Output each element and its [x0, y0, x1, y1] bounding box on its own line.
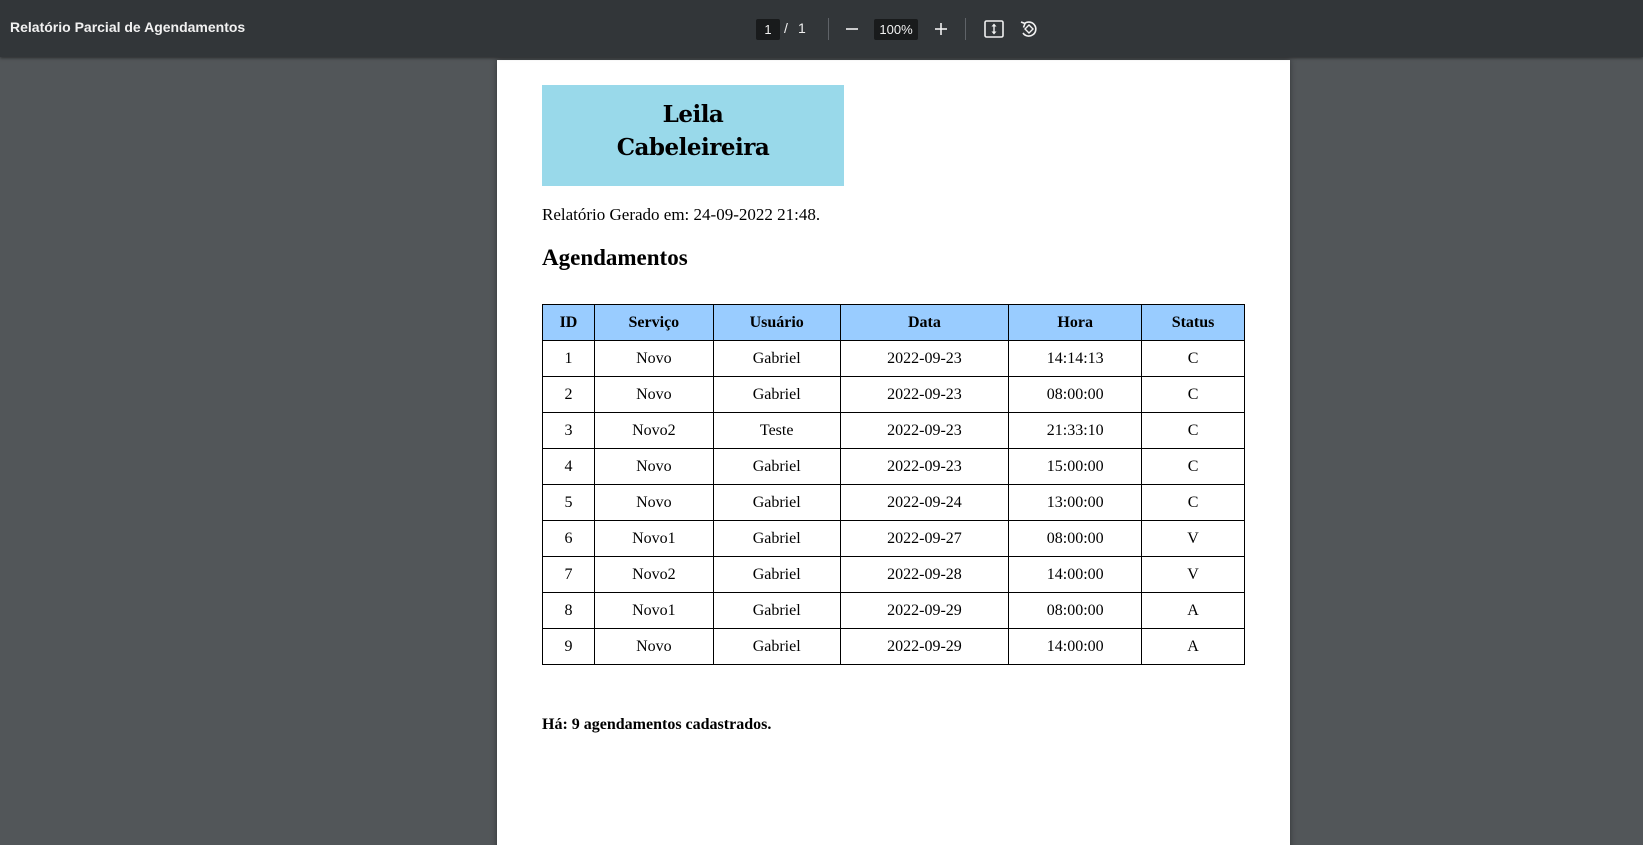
toolbar-divider [965, 18, 966, 40]
section-title: Agendamentos [542, 245, 688, 270]
table-row: 8 Novo1 Gabriel 2022-09-29 08:00:00 A [542, 592, 1245, 629]
cell-service: Novo2 [593, 412, 714, 449]
cell-service: Novo2 [593, 556, 714, 593]
cell-time: 21:33:10 [1008, 412, 1143, 449]
cell-time: 14:14:13 [1008, 340, 1143, 377]
cell-service: Novo [593, 340, 714, 377]
cell-user: Teste [712, 412, 841, 449]
fit-page-button[interactable] [979, 14, 1009, 44]
cell-status: A [1141, 592, 1245, 629]
cell-date: 2022-09-29 [839, 628, 1010, 665]
cell-service: Novo [593, 376, 714, 413]
header-user: Usuário [712, 304, 841, 341]
zoom-out-icon [846, 28, 858, 30]
logo-line-2: Cabeleireira [616, 134, 770, 161]
cell-date: 2022-09-23 [839, 340, 1010, 377]
cell-date: 2022-09-24 [839, 484, 1010, 521]
salon-logo: Leila Cabeleireira [542, 85, 844, 186]
cell-time: 13:00:00 [1008, 484, 1143, 521]
header-date: Data [839, 304, 1010, 341]
pdf-toolbar: Relatório Parcial de Agendamentos 1 / 1 … [0, 0, 1643, 57]
cell-service: Novo [593, 628, 714, 665]
cell-service: Novo1 [593, 520, 714, 557]
table-row: 1 Novo Gabriel 2022-09-23 14:14:13 C [542, 340, 1245, 377]
cell-user: Gabriel [712, 628, 841, 665]
table-row: 5 Novo Gabriel 2022-09-24 13:00:00 C [542, 484, 1245, 521]
cell-date: 2022-09-28 [839, 556, 1010, 593]
cell-status: V [1141, 520, 1245, 557]
zoom-level-input[interactable]: 100% [874, 19, 918, 40]
cell-id: 1 [542, 340, 595, 377]
cell-time: 14:00:00 [1008, 628, 1143, 665]
table-header-row: ID Serviço Usuário Data Hora Status [542, 304, 1245, 341]
cell-date: 2022-09-27 [839, 520, 1010, 557]
zoom-out-button[interactable] [837, 14, 867, 44]
cell-status: C [1141, 412, 1245, 449]
cell-user: Gabriel [712, 520, 841, 557]
cell-id: 5 [542, 484, 595, 521]
header-id: ID [542, 304, 595, 341]
cell-id: 3 [542, 412, 595, 449]
cell-date: 2022-09-23 [839, 412, 1010, 449]
pdf-page: Leila Cabeleireira Relatório Gerado em: … [497, 60, 1290, 845]
toolbar-divider [828, 18, 829, 40]
header-time: Hora [1008, 304, 1143, 341]
table-row: 2 Novo Gabriel 2022-09-23 08:00:00 C [542, 376, 1245, 413]
logo-line-1: Leila [662, 101, 724, 128]
header-status: Status [1141, 304, 1245, 341]
cell-service: Novo1 [593, 592, 714, 629]
cell-status: C [1141, 448, 1245, 485]
cell-date: 2022-09-23 [839, 448, 1010, 485]
cell-date: 2022-09-23 [839, 376, 1010, 413]
cell-user: Gabriel [712, 376, 841, 413]
appointments-table: ID Serviço Usuário Data Hora Status 1 Nov… [542, 304, 1245, 665]
cell-id: 7 [542, 556, 595, 593]
cell-status: A [1141, 628, 1245, 665]
cell-id: 6 [542, 520, 595, 557]
cell-id: 2 [542, 376, 595, 413]
cell-user: Gabriel [712, 592, 841, 629]
cell-status: C [1141, 340, 1245, 377]
document-title: Relatório Parcial de Agendamentos [10, 19, 246, 35]
cell-time: 08:00:00 [1008, 520, 1143, 557]
cell-time: 08:00:00 [1008, 592, 1143, 629]
cell-time: 08:00:00 [1008, 376, 1143, 413]
cell-date: 2022-09-29 [839, 592, 1010, 629]
table-row: 9 Novo Gabriel 2022-09-29 14:00:00 A [542, 628, 1245, 665]
zoom-in-icon [935, 23, 947, 35]
table-row: 6 Novo1 Gabriel 2022-09-27 08:00:00 V [542, 520, 1245, 557]
cell-user: Gabriel [712, 448, 841, 485]
cell-service: Novo [593, 448, 714, 485]
cell-id: 8 [542, 592, 595, 629]
page-number-input[interactable]: 1 [756, 19, 780, 40]
cell-status: C [1141, 376, 1245, 413]
cell-user: Gabriel [712, 484, 841, 521]
cell-status: V [1141, 556, 1245, 593]
cell-id: 4 [542, 448, 595, 485]
appointments-summary: Há: 9 agendamentos cadastrados. [542, 716, 772, 733]
page-total: 1 [798, 20, 806, 36]
table-row: 4 Novo Gabriel 2022-09-23 15:00:00 C [542, 448, 1245, 485]
page-separator: / [784, 20, 788, 36]
cell-time: 14:00:00 [1008, 556, 1143, 593]
fit-page-icon [984, 20, 1004, 38]
cell-service: Novo [593, 484, 714, 521]
header-service: Serviço [593, 304, 714, 341]
table-row: 3 Novo2 Teste 2022-09-23 21:33:10 C [542, 412, 1245, 449]
report-generated-date: Relatório Gerado em: 24-09-2022 21:48. [542, 205, 821, 224]
cell-status: C [1141, 484, 1245, 521]
cell-id: 9 [542, 628, 595, 665]
table-row: 7 Novo2 Gabriel 2022-09-28 14:00:00 V [542, 556, 1245, 593]
cell-user: Gabriel [712, 556, 841, 593]
zoom-in-button[interactable] [926, 14, 956, 44]
cell-time: 15:00:00 [1008, 448, 1143, 485]
rotate-icon [1020, 21, 1037, 37]
cell-user: Gabriel [712, 340, 841, 377]
rotate-button[interactable] [1014, 14, 1044, 44]
